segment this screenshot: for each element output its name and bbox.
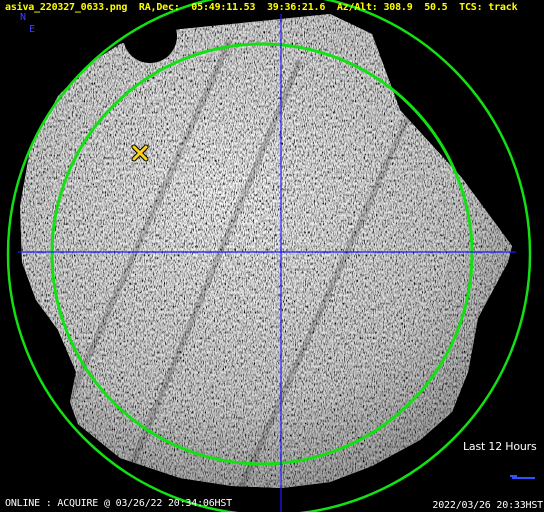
tcs-state: track xyxy=(488,2,518,13)
status-online: ONLINE : ACQUIRE @ 03/26/22 20:34:06HST xyxy=(5,498,232,509)
dec-value: 39:36:21.6 xyxy=(266,2,326,13)
alt-value: 50.5 xyxy=(424,2,448,13)
compass-north: N xyxy=(20,12,26,23)
all-sky-camera-view xyxy=(6,0,532,512)
radec-label: RA,Dec: xyxy=(138,2,180,13)
az-value: 308.9 xyxy=(383,2,413,13)
azalt-label: Az/Alt: xyxy=(336,2,378,13)
compass-east: E xyxy=(29,24,35,35)
tcs-label: TCS: xyxy=(459,2,483,13)
status-timestamp: 2022/03/26 20:33HST xyxy=(432,500,543,511)
history-label: Last 12 Hours xyxy=(463,440,537,453)
header-bar: asiva_220327_0633.png RA,Dec: 05:49:11.5… xyxy=(5,2,518,14)
ra-value: 05:49:11.53 xyxy=(191,2,256,13)
occulting-disk xyxy=(123,9,177,63)
history-track-line xyxy=(510,475,535,479)
